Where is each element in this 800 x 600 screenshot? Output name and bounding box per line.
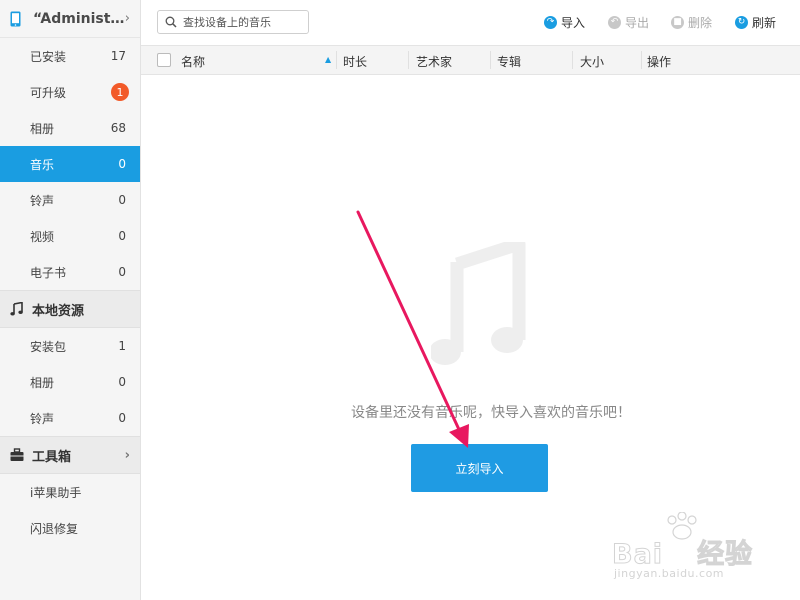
nav-item-count: 0 <box>118 193 126 207</box>
toolbar: ↷ 导入 ↶ 导出 ■ 删除 ↻ 刷新 <box>141 0 800 44</box>
sidebar-local-item-1[interactable]: 相册 0 <box>0 364 140 400</box>
refresh-icon: ↻ <box>735 15 748 29</box>
sidebar-device-item-2[interactable]: 相册 68 <box>0 110 140 146</box>
trash-icon: ■ <box>671 15 684 29</box>
nav-item-count: 0 <box>118 265 126 279</box>
table-header: 名称 ▲ 时长 艺术家 专辑 大小 操作 <box>141 45 800 75</box>
empty-message: 设备里还没有音乐呢，快导入喜欢的音乐吧！ <box>351 405 631 421</box>
search-icon <box>165 16 177 28</box>
toolbox-header[interactable]: 工具箱 › <box>0 436 140 474</box>
sidebar-local-item-0[interactable]: 安装包 1 <box>0 328 140 364</box>
device-name: “Administ… <box>33 10 125 27</box>
import-now-button[interactable]: 立刻导入 <box>411 444 548 492</box>
sidebar: “Administ… › 已安装 17 可升级 1 相册 68 音乐 0 铃声 0 视频 0 电子书 0 … <box>0 0 141 600</box>
column-header-artist[interactable]: 艺术家 <box>416 53 452 70</box>
nav-item-label: 可升级 <box>30 85 67 100</box>
column-header-size[interactable]: 大小 <box>580 53 604 70</box>
sort-ascending-icon[interactable]: ▲ <box>325 55 331 64</box>
nav-item-count: 0 <box>118 411 126 425</box>
column-divider <box>336 51 337 69</box>
empty-state: 设备里还没有音乐呢，快导入喜欢的音乐吧！ 立刻导入 <box>141 74 800 600</box>
refresh-label: 刷新 <box>752 15 777 30</box>
nav-item-count: 17 <box>110 49 126 63</box>
sidebar-local-item-2[interactable]: 铃声 0 <box>0 400 140 436</box>
select-all-checkbox[interactable] <box>157 53 171 67</box>
nav-item-label: i苹果助手 <box>30 485 82 500</box>
sidebar-toolbox-item-0[interactable]: i苹果助手 <box>0 474 140 510</box>
import-icon: ↷ <box>544 15 557 29</box>
phone-icon <box>10 11 21 26</box>
column-divider <box>572 51 573 69</box>
nav-item-label: 铃声 <box>30 193 55 208</box>
nav-item-label: 铃声 <box>30 411 55 426</box>
search-input[interactable] <box>183 15 303 29</box>
nav-item-label: 安装包 <box>30 339 67 354</box>
update-count-badge: 1 <box>111 83 129 101</box>
nav-item-count: 0 <box>118 157 126 171</box>
nav-item-label: 电子书 <box>30 265 67 280</box>
nav-item-count: 0 <box>118 375 126 389</box>
sidebar-device-item-5[interactable]: 视频 0 <box>0 218 140 254</box>
nav-item-label: 相册 <box>30 375 55 390</box>
sidebar-device-item-4[interactable]: 铃声 0 <box>0 182 140 218</box>
search-box[interactable] <box>157 10 309 34</box>
nav-item-label: 闪退修复 <box>30 521 79 536</box>
sidebar-toolbox-item-1[interactable]: 闪退修复 <box>0 510 140 546</box>
sidebar-device-item-1[interactable]: 可升级 1 <box>0 74 140 110</box>
column-divider <box>490 51 491 69</box>
column-header-actions: 操作 <box>647 55 672 69</box>
chevron-right-icon: › <box>124 11 130 26</box>
music-note-icon <box>10 302 23 316</box>
delete-button[interactable]: ■ 删除 <box>671 13 712 31</box>
column-header-name[interactable]: 名称 <box>181 53 205 70</box>
delete-label: 删除 <box>688 15 713 30</box>
column-header-duration[interactable]: 时长 <box>343 53 367 70</box>
sidebar-device-item-6[interactable]: 电子书 0 <box>0 254 140 290</box>
device-header[interactable]: “Administ… › <box>0 0 140 38</box>
export-button[interactable]: ↶ 导出 <box>608 13 649 31</box>
nav-item-label: 视频 <box>30 229 55 244</box>
refresh-button[interactable]: ↻ 刷新 <box>735 13 776 31</box>
nav-item-label: 音乐 <box>30 157 55 172</box>
sidebar-device-item-0[interactable]: 已安装 17 <box>0 38 140 74</box>
nav-item-count: 1 <box>118 339 126 353</box>
nav-item-count: 0 <box>118 229 126 243</box>
nav-item-label: 已安装 <box>30 49 67 64</box>
sidebar-device-item-3[interactable]: 音乐 0 <box>0 146 140 182</box>
toolbox-title: 工具箱 <box>32 449 72 465</box>
chevron-right-icon: › <box>124 447 130 463</box>
local-resources-header[interactable]: 本地资源 <box>0 290 140 328</box>
import-button[interactable]: ↷ 导入 <box>544 13 585 31</box>
column-divider <box>641 51 642 69</box>
export-label: 导出 <box>625 15 650 30</box>
local-resources-title: 本地资源 <box>32 303 85 319</box>
toolbox-icon <box>10 448 24 461</box>
nav-item-count: 68 <box>110 121 126 135</box>
column-header-album[interactable]: 专辑 <box>497 53 521 70</box>
nav-item-label: 相册 <box>30 121 55 136</box>
export-icon: ↶ <box>608 15 621 29</box>
import-label: 导入 <box>561 15 586 30</box>
column-divider <box>408 51 409 69</box>
music-note-icon <box>431 242 526 365</box>
